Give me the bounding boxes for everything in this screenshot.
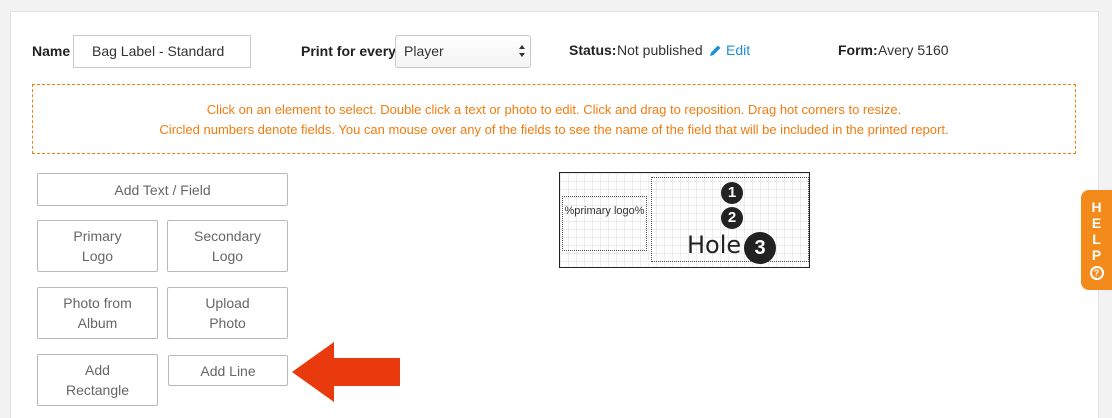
pointer-arrow-icon	[292, 342, 400, 402]
hole-text: Hole	[687, 231, 742, 259]
edit-label: Edit	[726, 42, 751, 58]
print-for-every-select[interactable]: Player	[395, 35, 531, 68]
print-for-every-label: Print for every	[301, 43, 396, 59]
instructions-box: Click on an element to select. Double cl…	[32, 84, 1076, 154]
secondary-logo-label-1: Secondary	[194, 228, 261, 244]
status-value: Not published	[617, 42, 703, 58]
editor-panel: Name Bag Label - Standard Print for ever…	[10, 11, 1099, 418]
photo-from-album-label-2: Album	[77, 315, 118, 331]
primary-logo-placeholder-text: %primary logo%	[564, 205, 645, 217]
status-label: Status:	[569, 42, 617, 58]
help-letter-e: E	[1091, 215, 1102, 231]
topbar: Name Bag Label - Standard Print for ever…	[11, 12, 1098, 72]
text-field-box[interactable]: 1 2 Hole 3	[651, 177, 809, 264]
add-text-field-button[interactable]: Add Text / Field	[37, 173, 288, 206]
add-rectangle-label-2: Rectangle	[65, 382, 130, 398]
help-letter-l: L	[1092, 231, 1101, 247]
print-for-every-value: Player	[404, 43, 444, 59]
add-line-label: Add Line	[200, 362, 256, 379]
instructions-line-1: Click on an element to select. Double cl…	[206, 102, 902, 117]
add-text-field-label: Add Text / Field	[114, 181, 211, 198]
upload-photo-button[interactable]: Upload Photo	[167, 287, 288, 339]
question-icon: ?	[1089, 266, 1104, 280]
primary-logo-label-2: Logo	[81, 248, 114, 264]
form-value: Avery 5160	[878, 42, 949, 58]
field-marker-3[interactable]: 3	[744, 232, 776, 264]
add-rectangle-label-1: Add	[85, 362, 110, 378]
form-label: Form:	[838, 42, 878, 58]
primary-logo-placeholder[interactable]: %primary logo%	[562, 196, 647, 251]
photo-from-album-label-1: Photo from	[63, 295, 132, 311]
upload-photo-label-1: Upload	[205, 295, 250, 311]
help-letter-h: H	[1091, 199, 1102, 215]
name-input[interactable]: Bag Label - Standard	[73, 35, 251, 68]
secondary-logo-label-2: Logo	[211, 248, 244, 264]
help-tab[interactable]: H E L P ?	[1081, 190, 1112, 290]
pencil-icon	[710, 45, 721, 56]
secondary-logo-button[interactable]: Secondary Logo	[167, 220, 288, 272]
select-arrows-icon	[519, 45, 525, 57]
instructions-line-2: Circled numbers denote fields. You can m…	[159, 122, 949, 137]
name-label: Name	[32, 43, 71, 59]
edit-status-link[interactable]: Edit	[709, 42, 750, 58]
photo-from-album-button[interactable]: Photo from Album	[37, 287, 158, 339]
field-marker-2[interactable]: 2	[721, 207, 743, 229]
field-marker-1[interactable]: 1	[721, 182, 743, 204]
help-letter-p: P	[1091, 247, 1102, 263]
primary-logo-button[interactable]: Primary Logo	[37, 220, 158, 272]
label-preview-canvas[interactable]: %primary logo% 1 2 Hole 3	[559, 172, 810, 268]
upload-photo-label-2: Photo	[209, 315, 246, 331]
primary-logo-label-1: Primary	[73, 228, 122, 244]
add-rectangle-button[interactable]: Add Rectangle	[37, 354, 158, 406]
add-line-button[interactable]: Add Line	[168, 355, 288, 386]
